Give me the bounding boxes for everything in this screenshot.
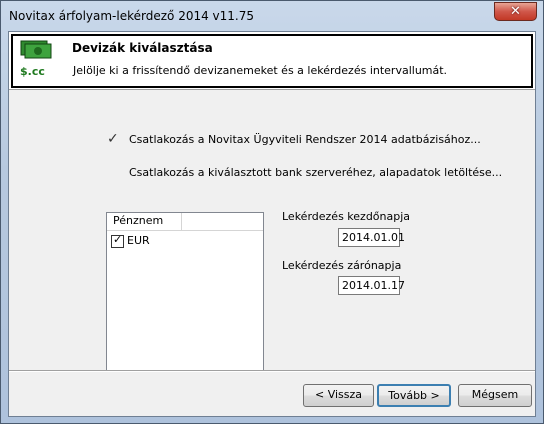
step-label: Csatlakozás a Novitax Ügyviteli Rendszer… (129, 133, 481, 146)
window-frame: Novitax árfolyam-lekérdező 2014 v11.75 ✕… (0, 0, 544, 424)
window-title: Novitax árfolyam-lekérdező 2014 v11.75 (9, 9, 254, 23)
checkmark-icon: ✓ (113, 233, 123, 246)
list-header: Pénznem (107, 213, 263, 231)
start-date-label: Lekérdezés kezdőnapja (282, 210, 411, 223)
step-label: Csatlakozás a kiválasztott bank szerveré… (129, 166, 503, 179)
money-icon-text: $.cc (20, 65, 45, 78)
end-date-label: Lekérdezés zárónapja (282, 259, 402, 272)
end-date-field[interactable]: 2014.01.17 (338, 276, 405, 295)
divider (9, 370, 535, 372)
currency-list[interactable]: Pénznem ✓ EUR (106, 212, 264, 372)
checkbox[interactable]: ✓ (111, 233, 124, 248)
column-header-currency[interactable]: Pénznem (107, 213, 182, 230)
cancel-button[interactable]: Mégsem (458, 384, 532, 407)
check-icon: ✓ (107, 131, 119, 147)
close-icon: ✕ (510, 4, 521, 19)
title-bar[interactable]: Novitax árfolyam-lekérdező 2014 v11.75 ✕ (1, 1, 543, 31)
dialog-body: $.cc Devizák kiválasztása Jelölje ki a f… (8, 31, 536, 417)
next-button[interactable]: Tovább > (377, 384, 451, 407)
currency-code: EUR (127, 234, 150, 247)
page-title: Devizák kiválasztása (72, 41, 213, 55)
start-date-field[interactable]: 2014.01.01 (338, 228, 405, 247)
page-subtitle: Jelölje ki a frissítendő devizanemeket é… (73, 64, 448, 77)
wizard-header: $.cc Devizák kiválasztása Jelölje ki a f… (9, 32, 535, 90)
money-icon: $.cc (20, 40, 52, 78)
close-button[interactable]: ✕ (494, 2, 537, 21)
back-button[interactable]: < Vissza (303, 384, 374, 407)
